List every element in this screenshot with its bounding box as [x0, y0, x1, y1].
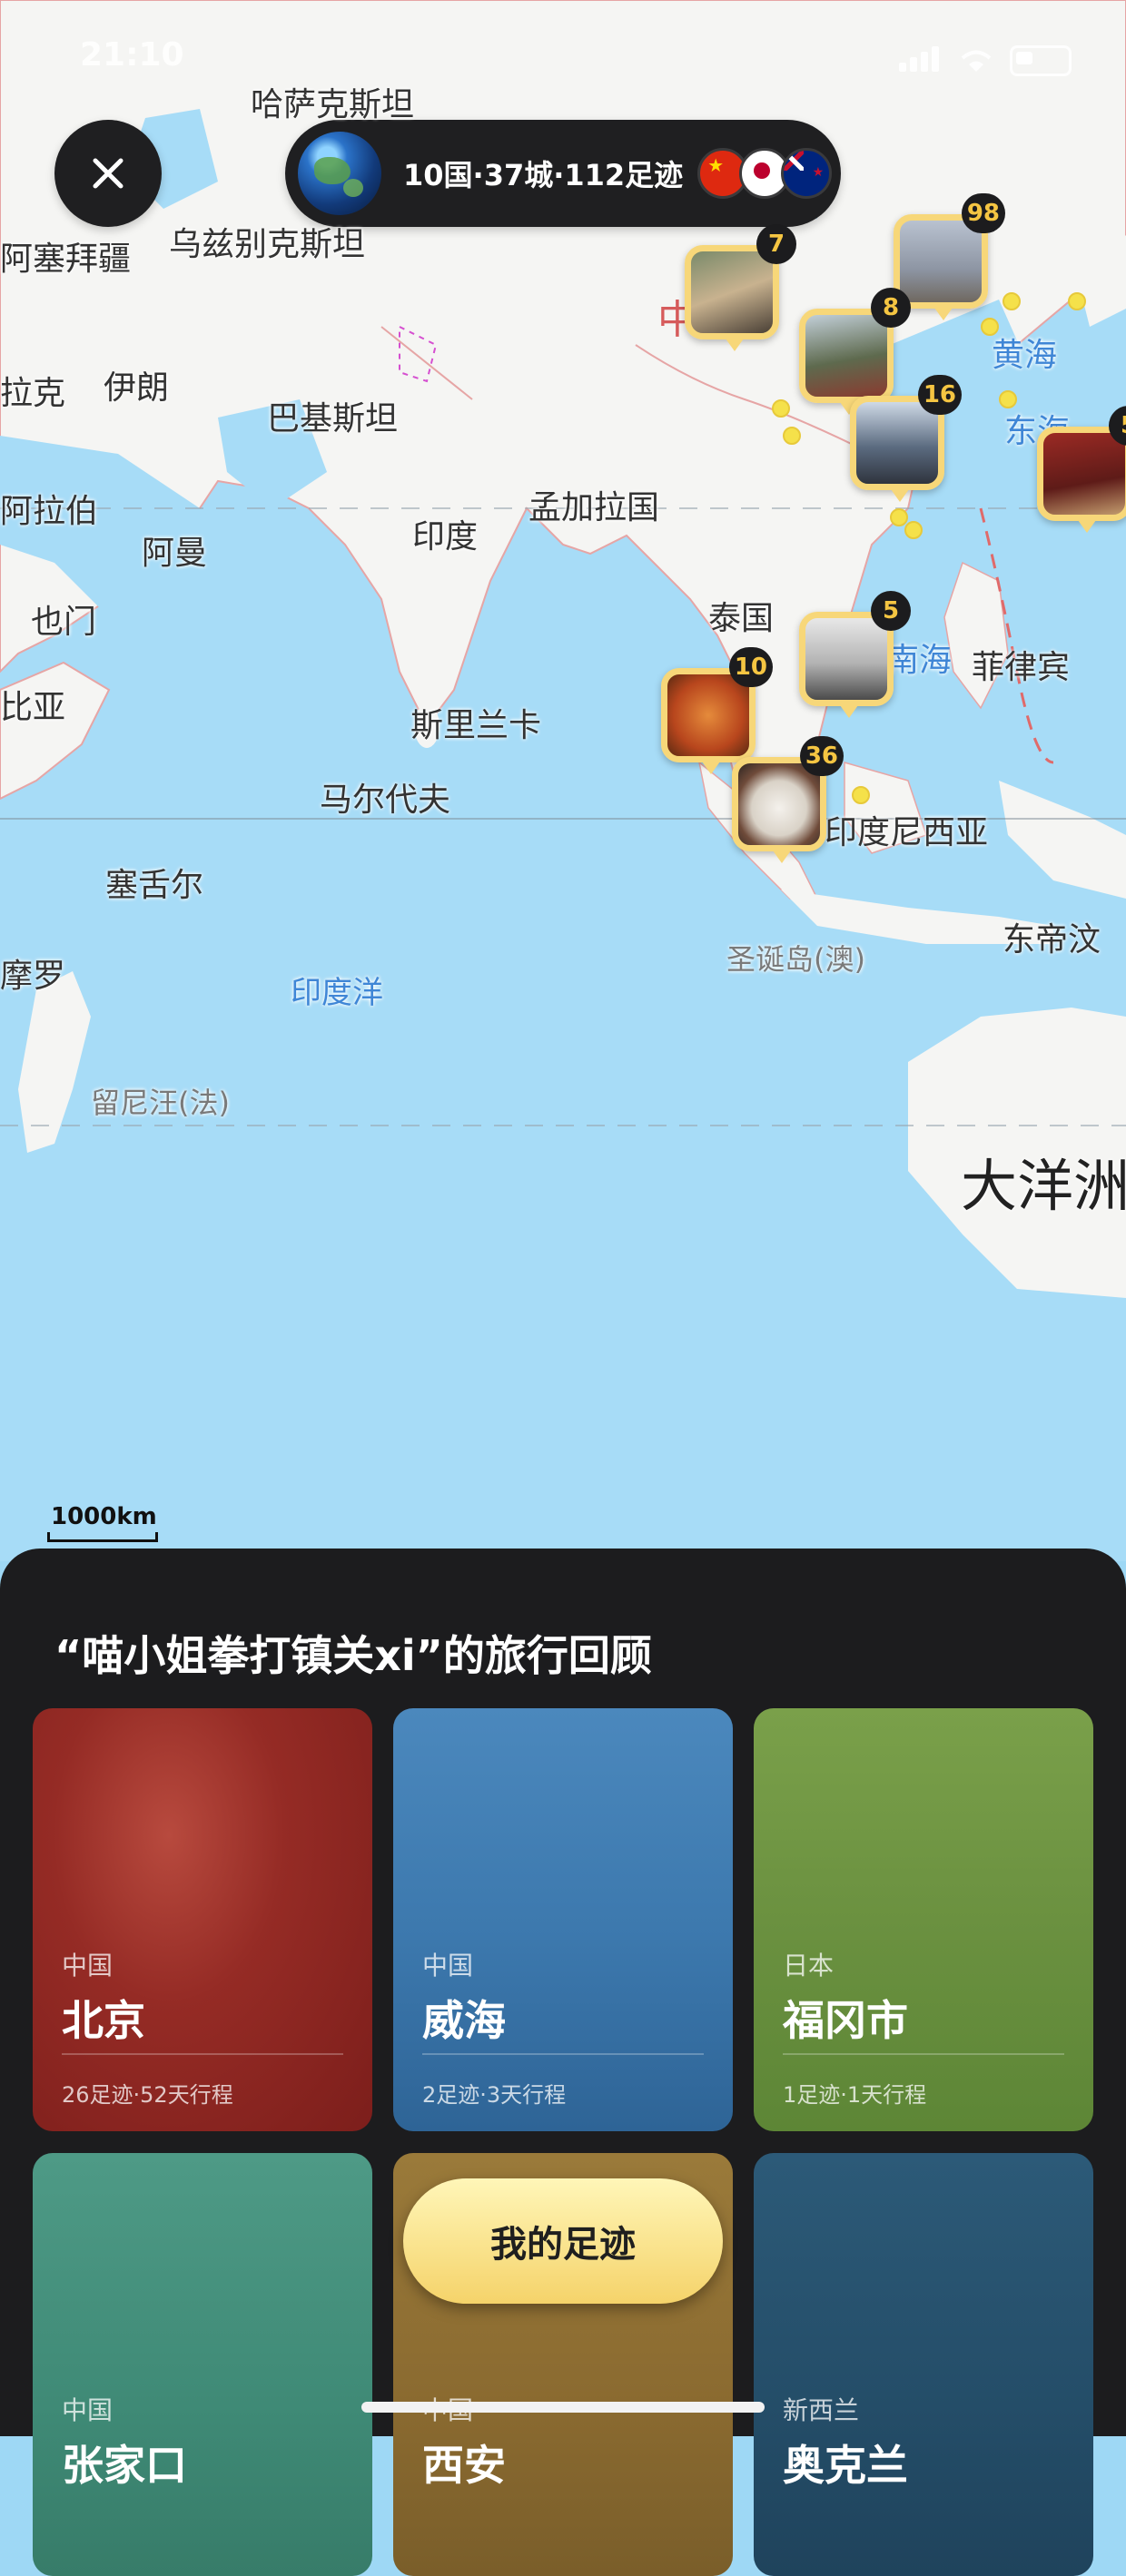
photo-pin[interactable]: 98	[894, 193, 1005, 320]
city-card[interactable]: 中国 北京 26足迹·52天行程	[33, 1708, 372, 2131]
map-label: 伊朗	[104, 369, 170, 407]
city-card-photo	[393, 1708, 733, 2131]
status-time: 21:10	[80, 36, 184, 74]
map-label: 印度洋	[291, 975, 383, 1011]
photo-pin[interactable]: 7	[685, 224, 796, 351]
footprint-dot[interactable]	[981, 318, 999, 336]
scale-bar	[47, 1532, 158, 1542]
map-label: 阿曼	[142, 535, 208, 572]
map-label: 南海	[886, 642, 953, 679]
map-label: 也门	[31, 604, 97, 641]
signal-icon	[899, 46, 943, 75]
map-label: 阿拉伯	[0, 493, 99, 530]
map-label: 马尔代夫	[320, 782, 451, 819]
footprint-count-badge: 5	[871, 591, 911, 631]
map-label: 黄海	[992, 337, 1058, 374]
footprint-count-badge: 16	[917, 375, 962, 415]
map-label: 塞舌尔	[105, 867, 204, 904]
map-label: 圣诞岛(澳)	[726, 942, 865, 977]
footprint-count-badge: 36	[799, 736, 844, 776]
city-card-divider	[783, 2053, 1064, 2055]
photo-pin[interactable]: 8	[799, 288, 911, 415]
map-label: 印度尼西亚	[825, 814, 989, 851]
city-card[interactable]: 日本 福冈市 1足迹·1天行程	[754, 1708, 1093, 2131]
map-label: 印度	[412, 518, 479, 556]
map-label: 哈萨克斯坦	[251, 86, 415, 123]
city-card-stats: 1足迹·1天行程	[783, 2082, 927, 2108]
map-label: 菲律宾	[972, 649, 1071, 686]
home-indicator[interactable]	[361, 2402, 765, 2413]
status-icons	[899, 45, 1072, 76]
map-label: 阿塞拜疆	[0, 241, 132, 278]
city-card-photo	[754, 2153, 1093, 2576]
city-card-country: 中国	[62, 1951, 114, 1981]
city-card-divider	[62, 2053, 343, 2055]
my-footprints-button[interactable]: 我的足迹	[403, 2178, 723, 2304]
footprint-count-badge: 8	[871, 288, 911, 328]
city-card-stats: 2足迹·3天行程	[422, 2082, 567, 2108]
photo-pin[interactable]: 10	[661, 647, 773, 774]
travel-summary-pill[interactable]: 10国·37城·112足迹	[285, 120, 841, 227]
visited-country-flags	[697, 148, 833, 199]
city-card-city: 张家口	[62, 2441, 187, 2490]
footprint-count-badge: 7	[756, 224, 796, 264]
map-label: 大洋洲	[961, 1153, 1126, 1219]
photo-pin[interactable]: 16	[850, 375, 962, 502]
city-card-photo	[754, 1708, 1093, 2131]
map-label: 泰国	[708, 600, 775, 637]
wifi-icon	[961, 50, 992, 72]
city-card-city: 威海	[422, 1996, 506, 2045]
city-card-city: 奥克兰	[783, 2441, 908, 2490]
battery-icon	[1010, 45, 1072, 76]
city-card-stats: 26足迹·52天行程	[62, 2082, 233, 2108]
map-label: 斯里兰卡	[410, 707, 542, 744]
close-icon	[93, 158, 123, 189]
city-card-country: 中国	[422, 1951, 474, 1981]
map-label: 摩罗	[0, 958, 66, 995]
summary-stats: 10国·37城·112足迹	[403, 158, 684, 192]
city-card-country: 日本	[783, 1951, 835, 1981]
map-label: 比亚	[0, 689, 66, 726]
city-card[interactable]: 中国 威海 2足迹·3天行程	[393, 1708, 733, 2131]
city-card-photo	[33, 1708, 372, 2131]
city-card-city: 福冈市	[783, 1996, 908, 2045]
footprint-count-badge: 98	[961, 193, 1005, 233]
footprint-dot[interactable]	[1068, 292, 1086, 310]
footprint-dot[interactable]	[783, 427, 801, 445]
city-card[interactable]: 中国 张家口	[33, 2153, 372, 2576]
map-label: 乌兹别克斯坦	[169, 226, 366, 263]
new-zealand-flag-icon	[781, 148, 833, 199]
city-card-city: 西安	[422, 2441, 506, 2490]
footprint-dot[interactable]	[904, 521, 923, 539]
footprint-count-badge: 10	[728, 647, 773, 687]
city-card-city: 北京	[62, 1996, 145, 2045]
status-bar: 21:10	[0, 0, 1126, 118]
map-label: 孟加拉国	[528, 489, 660, 526]
city-card-divider	[422, 2053, 704, 2055]
photo-pin[interactable]: 36	[732, 736, 844, 863]
map-label: 留尼汪(法)	[91, 1086, 230, 1120]
map-label: 东帝汶	[1003, 921, 1101, 959]
footprint-dot[interactable]	[852, 786, 870, 804]
scale-label: 1000km	[51, 1503, 157, 1530]
footprint-dot[interactable]	[1003, 292, 1021, 310]
city-card-country: 中国	[62, 2395, 114, 2425]
map-label: 拉克	[0, 375, 66, 412]
map-label: 巴基斯坦	[267, 400, 399, 438]
footprint-dot[interactable]	[772, 399, 790, 418]
photo-pin[interactable]: 5	[799, 591, 911, 718]
photo-pin[interactable]: 5	[1037, 406, 1126, 533]
footprint-dot[interactable]	[999, 390, 1017, 408]
globe-icon	[298, 132, 381, 215]
travel-map[interactable]: 21:10 10国·37城·112足迹 哈萨克斯坦 阿塞拜疆 乌兹别克斯坦 拉克	[0, 0, 1126, 1561]
city-card[interactable]: 新西兰 奥克兰	[754, 2153, 1093, 2576]
my-footprints-label: 我的足迹	[490, 2224, 636, 2266]
city-card-country: 新西兰	[783, 2395, 860, 2425]
sheet-title: “喵小姐拳打镇关xi”的旅行回顾	[54, 1631, 652, 1680]
close-button[interactable]	[54, 120, 162, 227]
map-scale: 1000km	[47, 1503, 158, 1542]
city-card-photo	[33, 2153, 372, 2576]
